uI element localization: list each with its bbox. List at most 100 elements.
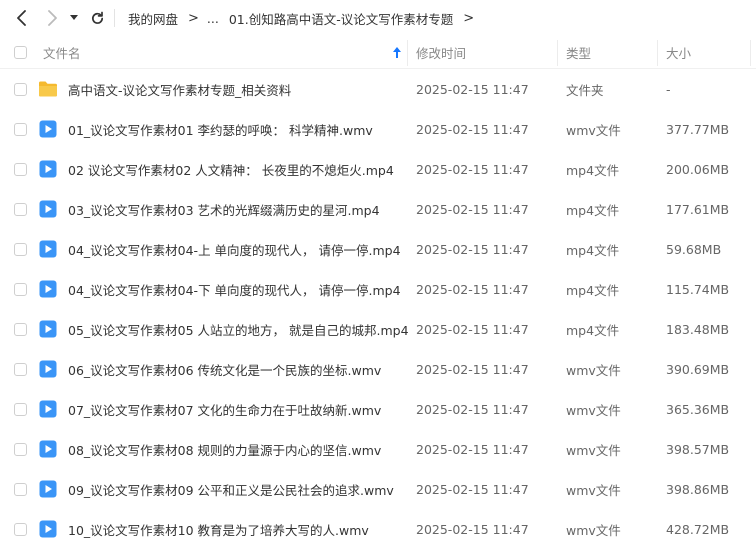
file-row[interactable]: 10_议论文写作素材10 教育是为了培养大写的人.wmv 2025-02-15 1… (0, 509, 756, 549)
file-size: - (666, 81, 671, 97)
row-checkbox[interactable] (14, 69, 27, 109)
nav-divider (114, 9, 115, 27)
file-row[interactable]: 05_议论文写作素材05 人站立的地方， 就是自己的城邦.mp4 2025-02-… (0, 309, 756, 349)
file-size: 59.68MB (666, 241, 722, 257)
row-checkbox[interactable] (14, 269, 27, 309)
file-type: wmv文件 (566, 362, 621, 378)
breadcrumb-separator-icon: > (463, 10, 475, 26)
file-row[interactable]: 高中语文-议论文写作素材专题_相关资料 2025-02-15 11:47 文件夹 - (0, 69, 756, 109)
video-file-icon (38, 199, 58, 219)
refresh-button[interactable] (85, 6, 109, 30)
file-modified: 2025-02-15 11:47 (416, 201, 529, 217)
file-name[interactable]: 07_议论文写作素材07 文化的生命力在于吐故纳新.wmv (68, 389, 381, 429)
file-modified: 2025-02-15 11:47 (416, 481, 529, 497)
file-type: mp4文件 (566, 202, 620, 218)
refresh-icon (91, 11, 103, 24)
file-size: 377.77MB (666, 121, 730, 137)
file-name[interactable]: 04_议论文写作素材04-上 单向度的现代人， 请停一停.mp4 (68, 229, 401, 269)
column-type-header[interactable]: 类型 (566, 36, 591, 69)
breadcrumb-current[interactable]: 01.创知路高中语文-议论文写作素材专题 (229, 9, 453, 28)
history-dropdown-button[interactable] (64, 6, 84, 30)
row-checkbox[interactable] (14, 349, 27, 389)
file-list-header: 文件名 修改时间 类型 大小 (0, 36, 756, 69)
row-checkbox[interactable] (14, 389, 27, 429)
file-row[interactable]: 03_议论文写作素材03 艺术的光辉缀满历史的星河.mp4 2025-02-15 … (0, 189, 756, 229)
row-checkbox[interactable] (14, 509, 27, 549)
forward-button[interactable] (40, 6, 64, 30)
file-row[interactable]: 09_议论文写作素材09 公平和正义是公民社会的追求.wmv 2025-02-15… (0, 469, 756, 509)
file-type: wmv文件 (566, 442, 621, 458)
file-name[interactable]: 10_议论文写作素材10 教育是为了培养大写的人.wmv (68, 509, 369, 549)
breadcrumb-separator-icon: > (188, 10, 199, 26)
file-size: 200.06MB (666, 161, 730, 177)
file-row[interactable]: 07_议论文写作素材07 文化的生命力在于吐故纳新.wmv 2025-02-15 … (0, 389, 756, 429)
file-modified: 2025-02-15 11:47 (416, 441, 529, 457)
row-checkbox[interactable] (14, 469, 27, 509)
row-checkbox[interactable] (14, 229, 27, 269)
column-modified-header[interactable]: 修改时间 (416, 36, 466, 69)
file-name[interactable]: 09_议论文写作素材09 公平和正义是公民社会的追求.wmv (68, 469, 394, 509)
caret-down-icon (70, 15, 78, 20)
video-file-icon (38, 399, 58, 419)
file-size: 390.69MB (666, 361, 730, 377)
file-modified: 2025-02-15 11:47 (416, 81, 529, 97)
file-row[interactable]: 06_议论文写作素材06 传统文化是一个民族的坐标.wmv 2025-02-15 … (0, 349, 756, 389)
chevron-left-icon (17, 10, 26, 26)
select-all-checkbox[interactable] (14, 36, 27, 69)
row-checkbox[interactable] (14, 189, 27, 229)
column-size-header[interactable]: 大小 (666, 36, 691, 69)
file-type: wmv文件 (566, 482, 621, 498)
file-name[interactable]: 06_议论文写作素材06 传统文化是一个民族的坐标.wmv (68, 349, 381, 389)
file-row[interactable]: 01_议论文写作素材01 李约瑟的呼唤： 科学精神.wmv 2025-02-15 … (0, 109, 756, 149)
breadcrumb-root[interactable]: 我的网盘 (128, 9, 178, 28)
video-file-icon (38, 239, 58, 259)
column-divider[interactable] (557, 40, 558, 66)
column-divider[interactable] (750, 40, 751, 66)
video-file-icon (38, 519, 58, 539)
folder-icon (38, 79, 58, 99)
column-name-header[interactable]: 文件名 (43, 36, 81, 69)
chevron-right-icon (48, 10, 57, 26)
file-name[interactable]: 04_议论文写作素材04-下 单向度的现代人， 请停一停.mp4 (68, 269, 401, 309)
file-name[interactable]: 05_议论文写作素材05 人站立的地方， 就是自己的城邦.mp4 (68, 309, 409, 349)
file-modified: 2025-02-15 11:47 (416, 241, 529, 257)
file-size: 115.74MB (666, 281, 730, 297)
file-type: wmv文件 (566, 402, 621, 418)
file-name[interactable]: 03_议论文写作素材03 艺术的光辉缀满历史的星河.mp4 (68, 189, 380, 229)
file-size: 398.57MB (666, 441, 730, 457)
file-size: 398.86MB (666, 481, 730, 497)
column-divider[interactable] (657, 40, 658, 66)
file-name[interactable]: 08_议论文写作素材08 规则的力量源于内心的坚信.wmv (68, 429, 381, 469)
column-divider[interactable] (407, 40, 408, 66)
file-type: 文件夹 (566, 82, 604, 98)
file-type: wmv文件 (566, 122, 621, 138)
file-type: mp4文件 (566, 322, 620, 338)
file-row[interactable]: 04_议论文写作素材04-下 单向度的现代人， 请停一停.mp4 2025-02-… (0, 269, 756, 309)
file-row[interactable]: 02 议论文写作素材02 人文精神： 长夜里的不熄炬火.mp4 2025-02-1… (0, 149, 756, 189)
file-type: wmv文件 (566, 522, 621, 538)
file-name[interactable]: 高中语文-议论文写作素材专题_相关资料 (68, 69, 291, 109)
file-type: mp4文件 (566, 282, 620, 298)
file-type: mp4文件 (566, 162, 620, 178)
video-file-icon (38, 359, 58, 379)
navigation-bar: 我的网盘 > ... 01.创知路高中语文-议论文写作素材专题 > (0, 0, 756, 36)
file-name[interactable]: 01_议论文写作素材01 李约瑟的呼唤： 科学精神.wmv (68, 109, 373, 149)
row-checkbox[interactable] (14, 429, 27, 469)
video-file-icon (38, 439, 58, 459)
file-size: 183.48MB (666, 321, 730, 337)
sort-up-arrow-icon[interactable] (393, 36, 401, 69)
row-checkbox[interactable] (14, 149, 27, 189)
file-modified: 2025-02-15 11:47 (416, 281, 529, 297)
file-row[interactable]: 08_议论文写作素材08 规则的力量源于内心的坚信.wmv 2025-02-15 … (0, 429, 756, 469)
back-button[interactable] (10, 6, 34, 30)
file-name[interactable]: 02 议论文写作素材02 人文精神： 长夜里的不熄炬火.mp4 (68, 149, 394, 189)
breadcrumb-ellipsis[interactable]: ... (207, 11, 219, 26)
file-modified: 2025-02-15 11:47 (416, 321, 529, 337)
file-size: 428.72MB (666, 521, 730, 537)
row-checkbox[interactable] (14, 109, 27, 149)
file-modified: 2025-02-15 11:47 (416, 361, 529, 377)
row-checkbox[interactable] (14, 309, 27, 349)
file-modified: 2025-02-15 11:47 (416, 161, 529, 177)
file-row[interactable]: 04_议论文写作素材04-上 单向度的现代人， 请停一停.mp4 2025-02-… (0, 229, 756, 269)
video-file-icon (38, 479, 58, 499)
